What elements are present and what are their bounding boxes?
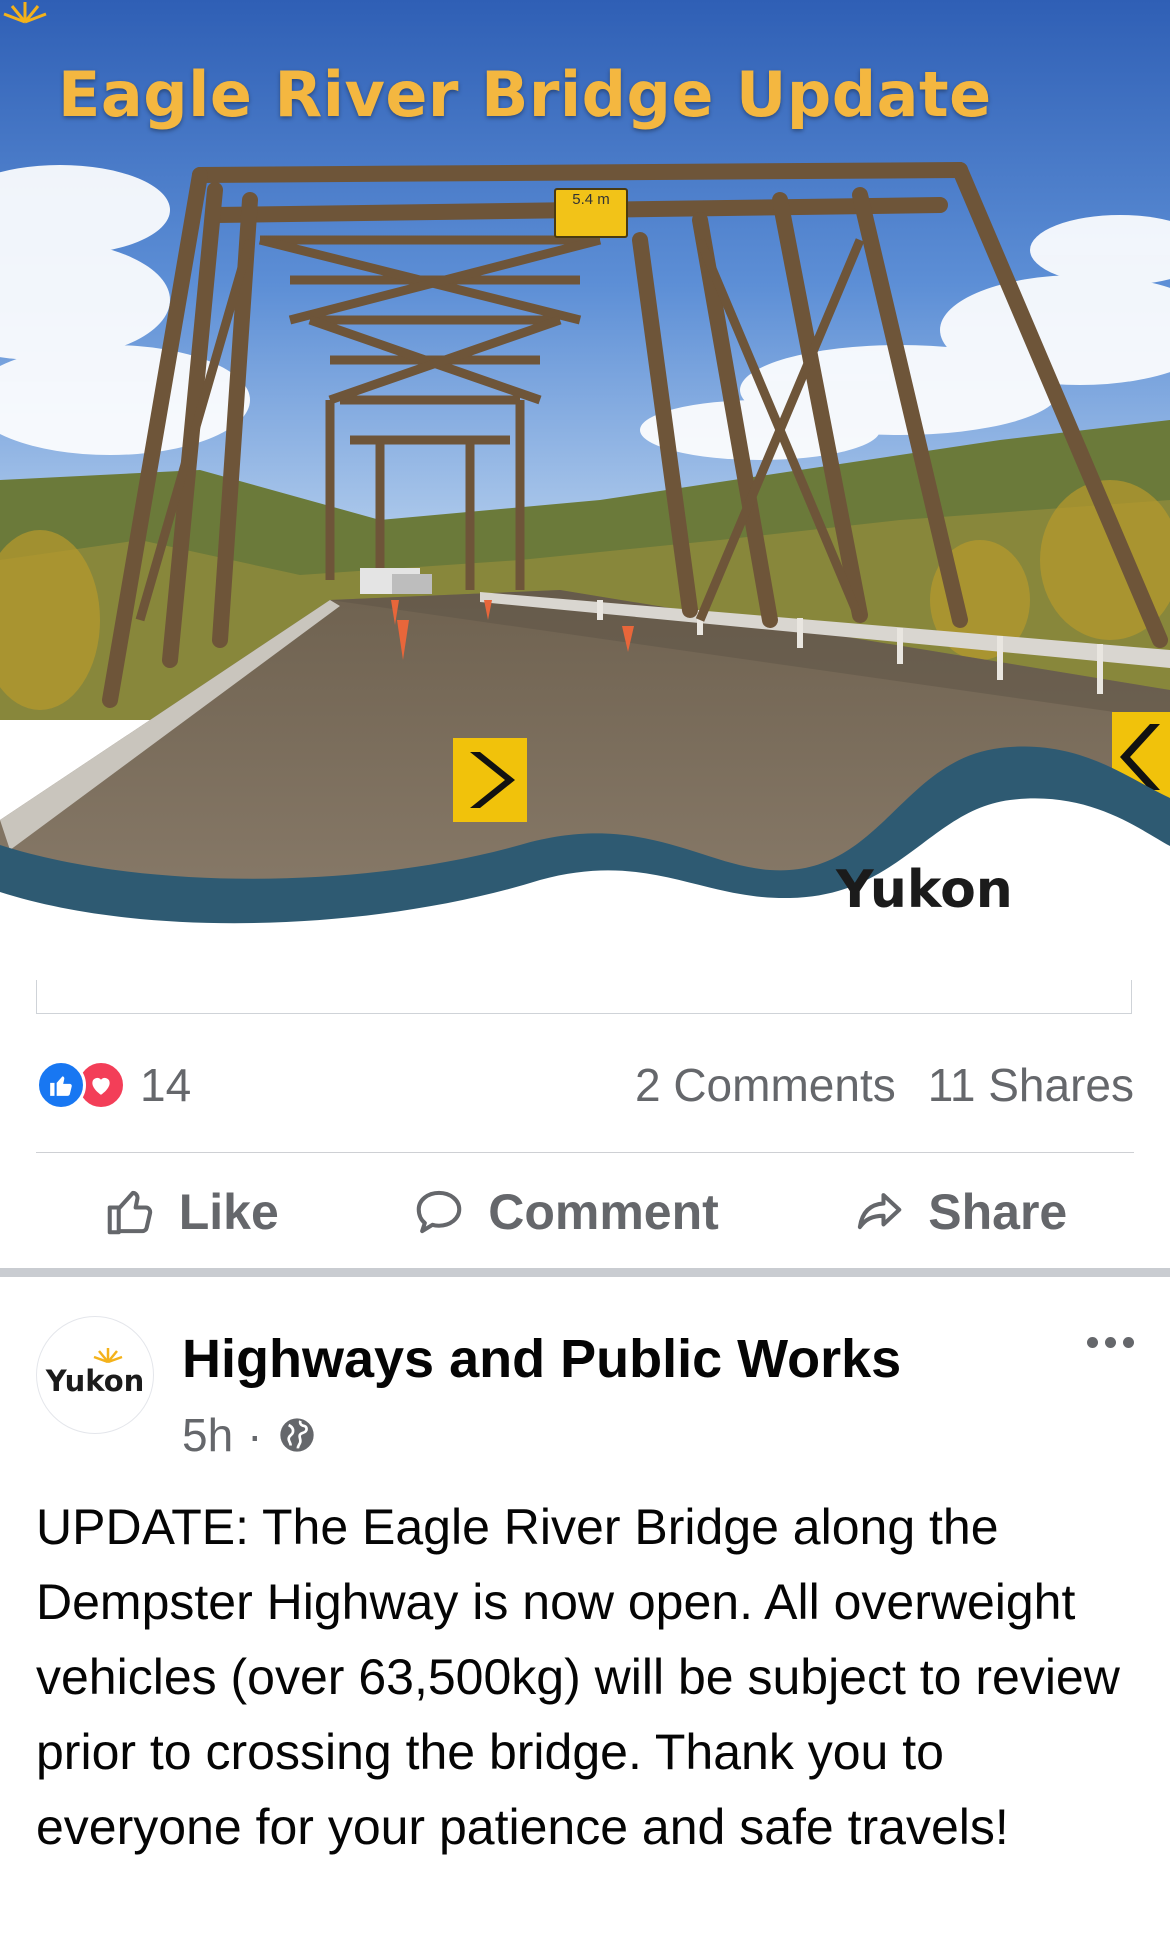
clearance-sign: 5.4 m	[554, 188, 628, 238]
post-meta: 5h ·	[182, 1408, 317, 1462]
like-label: Like	[178, 1184, 279, 1240]
post-time[interactable]: 5h	[182, 1408, 233, 1462]
more-dot-icon	[1122, 1336, 1134, 1348]
image-title: Eagle River Bridge Update	[58, 58, 992, 131]
reaction-summary[interactable]: 14	[36, 1058, 191, 1112]
post-text: UPDATE: The Eagle River Bridge along the…	[36, 1499, 1120, 1855]
share-arrow-icon	[858, 1193, 902, 1230]
thumbs-up-icon	[107, 1190, 152, 1235]
meta-separator: ·	[247, 1409, 263, 1461]
comment-icon	[416, 1190, 462, 1234]
avatar-sun-icon	[93, 1348, 123, 1363]
link-preview-frame	[36, 980, 1132, 1014]
page-name-link[interactable]: Highways and Public Works	[182, 1328, 901, 1390]
more-dot-icon	[1104, 1336, 1116, 1348]
share-label: Share	[928, 1184, 1068, 1240]
comments-count-link[interactable]: 2 Comments	[635, 1058, 896, 1112]
yukon-logo: Yukon	[836, 860, 1013, 920]
reactions-bar: 14 2 Comments 11 Shares	[36, 1050, 1134, 1120]
globe-icon	[279, 1418, 314, 1452]
post-separator	[0, 1268, 1170, 1277]
bridge-photo	[0, 0, 1170, 980]
more-dot-icon	[1086, 1336, 1098, 1348]
comment-label: Comment	[488, 1184, 719, 1240]
reaction-count: 14	[140, 1059, 192, 1111]
post-actions: Like Comment Share	[36, 1150, 1134, 1274]
comment-button[interactable]: Comment	[402, 1183, 729, 1241]
post-image[interactable]: Eagle River Bridge Update 5.4 m Yukon	[0, 0, 1170, 980]
more-options-button[interactable]	[1080, 1322, 1140, 1362]
avatar-logo-text: Yukon	[45, 1364, 145, 1398]
shares-count-link[interactable]: 11 Shares	[928, 1058, 1134, 1112]
like-button[interactable]: Like	[93, 1183, 289, 1241]
page-avatar[interactable]: Yukon	[36, 1316, 154, 1434]
share-button[interactable]: Share	[842, 1183, 1077, 1241]
clearance-sign-label: 5.4 m	[572, 191, 610, 208]
like-icon	[36, 1060, 86, 1110]
sun-logo-icon	[3, 2, 47, 24]
